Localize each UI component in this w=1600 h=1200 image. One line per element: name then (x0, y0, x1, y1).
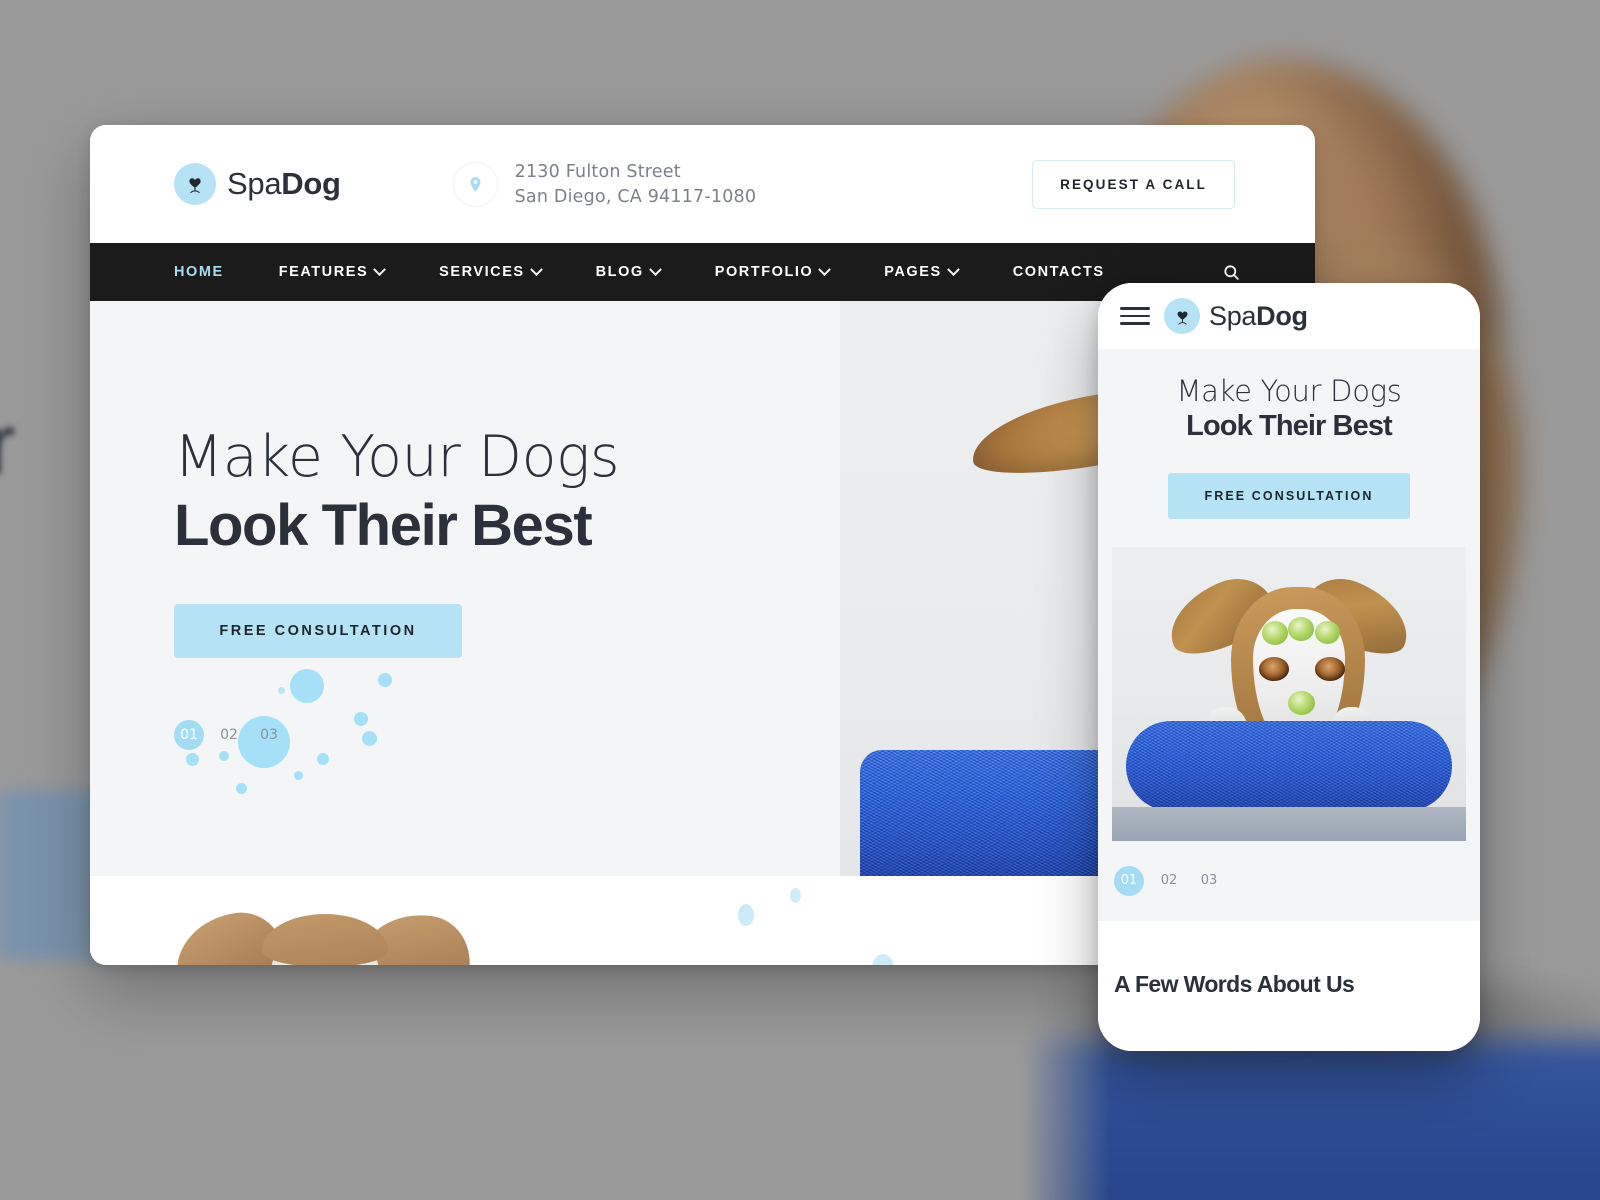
nav-item-label: BLOG (595, 264, 644, 280)
dog-head-top (262, 914, 388, 965)
address-line-2: San Diego, CA 94117-1080 (514, 186, 757, 207)
mobile-slider-dot-03[interactable]: 03 (1194, 866, 1224, 896)
nav-item-home[interactable]: HOME (174, 264, 224, 280)
nav-item-pages[interactable]: PAGES (884, 262, 960, 280)
nav-item-label: CONTACTS (1012, 264, 1105, 280)
cucumber-slice-icon (1288, 690, 1315, 715)
mobile-free-consultation-button[interactable]: FREE CONSULTATION (1168, 472, 1410, 519)
nav-item-label: SERVICES (439, 264, 525, 280)
logo[interactable]: SpaDog (174, 163, 341, 205)
mobile-logo-text-bold: Dog (1256, 300, 1308, 331)
heart-paw-logo-icon (1164, 298, 1200, 334)
mobile-slider-pagination: 01 02 03 (1098, 840, 1480, 921)
nav-item-features[interactable]: FEATURES (278, 262, 387, 280)
address-lines: 2130 Fulton Street San Diego, CA 94117-1… (515, 162, 757, 207)
logo-text: SpaDog (227, 166, 341, 202)
chevron-down-icon (373, 262, 387, 276)
backdrop-text-line1: ur (0, 397, 17, 493)
mobile-hero-dog-photo (1112, 546, 1466, 841)
hamburger-menu-icon[interactable] (1120, 307, 1150, 325)
hero-headline-line2: Look Their Best (174, 492, 593, 558)
map-pin-icon (452, 161, 498, 207)
nav-item-contacts[interactable]: CONTACTS (1013, 264, 1105, 280)
search-icon[interactable] (1222, 263, 1241, 282)
heart-paw-logo-icon (174, 163, 216, 205)
slider-dot-03[interactable]: 03 (254, 720, 284, 750)
mobile-logo[interactable]: SpaDog (1164, 298, 1308, 334)
request-a-call-button[interactable]: REQUEST A CALL (1032, 159, 1235, 209)
cucumber-slice-icon (1315, 620, 1340, 644)
second-dog-photo (170, 906, 476, 965)
dog-eye-left (1259, 656, 1289, 681)
site-header: SpaDog 1-800-1234-567 1-800-8763-765 (90, 125, 1315, 243)
slider-dot-02[interactable]: 02 (214, 720, 244, 750)
header-address-block[interactable]: 2130 Fulton Street San Diego, CA 94117-1… (452, 161, 757, 207)
mobile-slider-dot-01[interactable]: 01 (1114, 865, 1144, 896)
address-line-1: 2130 Fulton Street (514, 161, 681, 182)
logo-text-bold: Dog (281, 166, 341, 201)
hero-content: Make Your Dogs Look Their Best FREE CONS… (90, 301, 750, 876)
table-surface (1112, 806, 1466, 841)
decorative-bubble (790, 888, 801, 903)
mobile-about-title: A Few Words About Us (1114, 970, 1355, 997)
mobile-hero: Make Your Dogs Look Their Best FREE CONS… (1098, 349, 1480, 841)
hero-headline-line1: Make Your Dogs (174, 424, 620, 491)
mobile-logo-text-light: Spa (1209, 300, 1257, 331)
mobile-header: SpaDog (1098, 283, 1480, 349)
screenshot-stage: ur ei SpaDog (0, 0, 1600, 1200)
mobile-logo-text: SpaDog (1209, 301, 1308, 332)
cucumber-slice-icon (1288, 616, 1314, 641)
mobile-hero-headline-line2: Look Their Best (1186, 410, 1393, 443)
mobile-preview-mockup: SpaDog Make Your Dogs Look Their Best FR… (1098, 283, 1480, 1051)
slider-dot-01[interactable]: 01 (174, 719, 204, 750)
chevron-down-icon (818, 262, 832, 276)
nav-item-services[interactable]: SERVICES (439, 262, 543, 280)
nav-item-label: HOME (174, 264, 224, 280)
nav-item-portfolio[interactable]: PORTFOLIO (714, 262, 832, 280)
nav-item-blog[interactable]: BLOG (595, 262, 662, 280)
decorative-bubble (738, 904, 754, 926)
free-consultation-button[interactable]: FREE CONSULTATION (174, 603, 462, 658)
blue-towel (1126, 720, 1452, 811)
decorative-bubble (872, 954, 894, 965)
mobile-slider-dot-02[interactable]: 02 (1154, 866, 1184, 896)
nav-item-label: PAGES (884, 264, 942, 280)
nav-item-label: FEATURES (278, 264, 369, 280)
cucumber-slice-icon (1262, 620, 1288, 645)
chevron-down-icon (946, 262, 960, 276)
chevron-down-icon (529, 262, 543, 276)
mobile-hero-headline-line1: Make Your Dogs (1176, 374, 1402, 408)
dog-eye-right (1315, 656, 1345, 681)
hero-slider-pagination: 01 02 03 (174, 719, 750, 750)
chevron-down-icon (648, 262, 662, 276)
nav-item-label: PORTFOLIO (714, 264, 814, 280)
mobile-about-section: A Few Words About Us (1098, 920, 1480, 1051)
logo-text-light: Spa (227, 166, 282, 201)
